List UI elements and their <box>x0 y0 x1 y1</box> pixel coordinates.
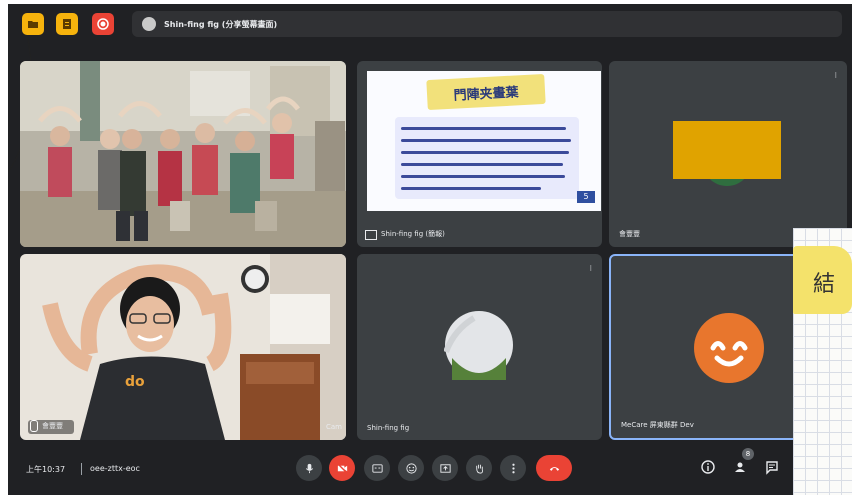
meeting-info-button[interactable] <box>698 457 718 477</box>
slide-banner-text: 門陣夹畫葉 <box>453 84 519 104</box>
overlay-character: 結 <box>813 272 836 297</box>
smiley-avatar-icon <box>694 313 764 383</box>
slide-text-line <box>401 163 563 166</box>
video-tile-presentation[interactable]: 門陣夹畫葉 5 Shin-fing fig (簡報) <box>357 61 602 247</box>
more-options-icon[interactable]: ⁝ <box>589 264 592 273</box>
slide-text-line <box>401 127 566 130</box>
presenter-avatar <box>142 17 156 31</box>
slide-text-line <box>401 175 565 178</box>
present-screen-icon <box>439 463 451 473</box>
bottom-bar: 上午10:37 oee-zttx-eoc 8 <box>8 448 852 495</box>
presentation-title-bar[interactable]: Shin-fing fig (分享螢幕畫面) <box>132 11 842 37</box>
more-vertical-icon <box>511 463 515 473</box>
tile-name: 會豐豐 <box>619 230 640 238</box>
camera-off-icon <box>336 462 348 474</box>
slide-text-line <box>401 187 541 190</box>
tile-name: Shin-fing fig (簡報) <box>381 230 445 238</box>
mic-icon <box>30 420 38 432</box>
tile-corner-text: Cam <box>326 423 342 431</box>
more-options-icon[interactable]: ⁝ <box>834 71 837 80</box>
microphone-icon <box>305 463 313 473</box>
video-tile-participant[interactable]: ⁝ 會豐豐 <box>609 61 847 247</box>
folder-icon[interactable] <box>22 13 44 35</box>
shirt-text: do <box>125 374 145 390</box>
people-icon <box>735 462 745 472</box>
video-tile-classroom[interactable] <box>20 61 346 247</box>
emoji-icon <box>405 462 417 474</box>
document-icon[interactable] <box>56 13 78 35</box>
hang-up-icon <box>549 466 559 471</box>
meeting-code: oee-zttx-eoc <box>90 464 140 473</box>
clock-time: 上午10:37 <box>26 465 66 474</box>
divider <box>81 463 82 475</box>
leave-call-button[interactable] <box>536 455 572 481</box>
classroom-video <box>20 61 346 247</box>
hand-icon <box>475 464 483 474</box>
info-icon <box>701 460 715 474</box>
chat-button[interactable] <box>762 457 782 477</box>
redaction-box <box>673 121 781 179</box>
captions-icon <box>371 463 383 473</box>
tile-name: Shin-fing fig <box>367 424 410 432</box>
more-options-button[interactable] <box>500 455 526 481</box>
slide-text-line <box>401 139 571 142</box>
video-tile-presenter[interactable]: do 會豐豐 Cam <box>20 254 346 440</box>
presenter-video <box>20 254 346 440</box>
people-button[interactable] <box>730 457 750 477</box>
presentation-title: Shin-fing fig (分享螢幕畫面) <box>164 19 278 29</box>
slide-text-block <box>395 117 579 199</box>
raise-hand-button[interactable] <box>466 455 492 481</box>
record-icon[interactable] <box>92 13 114 35</box>
presentation-icon <box>365 230 377 240</box>
captions-button[interactable] <box>364 455 390 481</box>
top-bar: Shin-fing fig (分享螢幕畫面) <box>8 4 852 44</box>
notebook-overlay: 結 <box>793 228 852 495</box>
emoji-button[interactable] <box>398 455 424 481</box>
slide-text-line <box>401 151 569 154</box>
microphone-button[interactable] <box>296 455 322 481</box>
tile-name: MeCare 屏東縣群 Dev <box>621 421 694 429</box>
avatar <box>444 311 513 380</box>
present-screen-button[interactable] <box>432 455 458 481</box>
participant-count-badge: 8 <box>742 448 754 460</box>
slide-page-number: 5 <box>577 191 595 203</box>
slide-banner: 門陣夹畫葉 <box>426 73 546 111</box>
presentation-slide: 門陣夹畫葉 5 <box>367 71 601 211</box>
video-tile-participant[interactable]: ⁝ Shin-fing fig <box>357 254 602 440</box>
tile-name: 會豐豐 <box>42 422 63 430</box>
camera-off-button[interactable] <box>329 455 355 481</box>
meet-window: Shin-fing fig (分享螢幕畫面) 門陣夹畫葉 5 Shin-fing… <box>8 4 852 495</box>
chat-icon <box>766 461 778 475</box>
